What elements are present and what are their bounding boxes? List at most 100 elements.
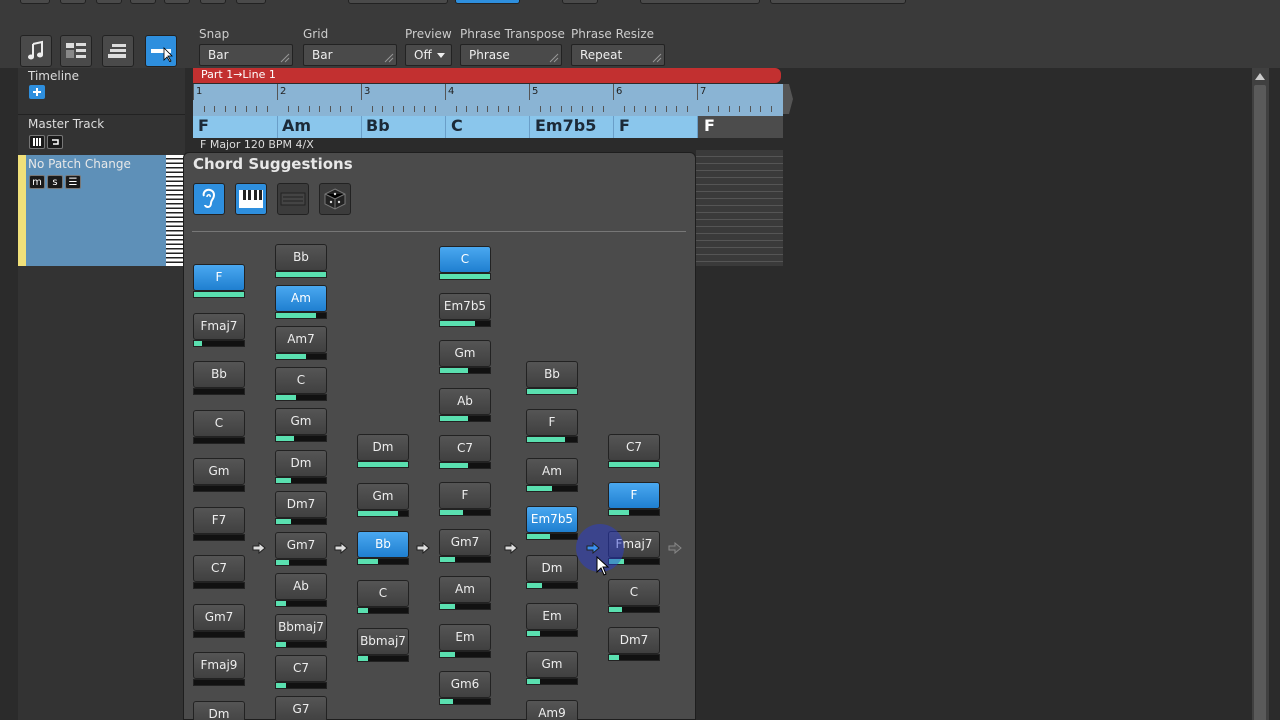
chord-suggestion-button[interactable]: C7 xyxy=(193,555,245,595)
chord-suggestion-button[interactable]: C7 xyxy=(439,435,491,475)
chord-suggestions-toggle-icon[interactable] xyxy=(145,35,177,67)
chord-suggestion-button[interactable]: Am9 xyxy=(526,700,578,720)
chord-suggestion-button[interactable]: G7 xyxy=(275,696,327,720)
chord-suggestion-button[interactable]: Ab xyxy=(439,388,491,428)
arrow-right-icon[interactable] xyxy=(252,541,266,555)
menu-icon[interactable]: ☰ xyxy=(65,175,81,189)
chord-suggestion-button[interactable]: Gm xyxy=(357,483,409,523)
chord-suggestion-button[interactable]: Gm7 xyxy=(275,532,327,572)
snap-dropdown[interactable]: Bar xyxy=(199,44,293,66)
chord-suggestion-button[interactable]: F xyxy=(526,409,578,449)
chord-suggestion-button[interactable]: C xyxy=(608,579,660,619)
top-button[interactable] xyxy=(562,0,598,4)
chord-suggestion-button[interactable]: Bb xyxy=(526,361,578,401)
top-button[interactable] xyxy=(130,0,156,4)
solo-button[interactable]: s xyxy=(47,175,63,189)
chord-suggestion-button[interactable]: Dm xyxy=(526,555,578,595)
chord-suggestion-button[interactable]: Fmaj7 xyxy=(193,313,245,353)
music-note-icon[interactable] xyxy=(20,35,52,67)
ear-icon[interactable] xyxy=(193,183,225,215)
top-button[interactable] xyxy=(640,0,760,4)
chord-suggestion-button[interactable]: Em xyxy=(439,624,491,664)
top-button[interactable] xyxy=(236,0,266,4)
chord-suggestion-button[interactable]: Dm xyxy=(193,701,245,720)
chord-label[interactable]: C xyxy=(451,116,463,135)
chord-suggestion-button[interactable]: Am xyxy=(439,576,491,616)
chord-suggestion-button[interactable]: F xyxy=(193,264,245,304)
chord-suggestion-button[interactable]: Ab xyxy=(275,573,327,613)
phrase-resize-dropdown[interactable]: Repeat xyxy=(571,44,665,66)
dice-icon[interactable] xyxy=(319,183,351,215)
chord-track[interactable]: F Am Bb C Em7b5 F xyxy=(193,116,783,138)
add-icon[interactable] xyxy=(29,85,45,99)
top-button[interactable] xyxy=(96,0,122,4)
loop-icon[interactable] xyxy=(47,135,63,149)
timeline-ruler[interactable]: 1 2 3 4 5 6 7 xyxy=(193,84,783,116)
chord-label[interactable]: Am xyxy=(282,116,311,135)
chord-suggestion-button[interactable]: Em7b5 xyxy=(526,506,578,546)
grid-dropdown[interactable]: Bar xyxy=(303,44,397,66)
chord-suggestion-button[interactable]: C xyxy=(193,410,245,450)
track-row[interactable] xyxy=(18,155,183,266)
top-button[interactable] xyxy=(455,0,520,4)
vertical-scrollbar[interactable] xyxy=(1252,68,1269,720)
top-button[interactable] xyxy=(770,0,906,4)
chord-suggestion-button[interactable]: Am7 xyxy=(275,326,327,366)
chord-suggestion-button[interactable]: Am xyxy=(275,285,327,325)
chord-suggestion-button[interactable]: Em7b5 xyxy=(439,293,491,333)
preview-dropdown[interactable]: Off xyxy=(405,44,452,66)
layers-icon[interactable] xyxy=(102,35,134,67)
top-button[interactable] xyxy=(348,0,448,4)
ruler-end-handle[interactable] xyxy=(783,84,793,114)
top-button[interactable] xyxy=(20,0,50,4)
chord-suggestion-button[interactable]: F xyxy=(608,482,660,522)
chord-suggestion-button[interactable]: Em xyxy=(526,603,578,643)
chord-suggestion-button[interactable]: Fmaj9 xyxy=(193,652,245,692)
chord-suggestion-button[interactable]: Gm xyxy=(439,340,491,380)
piano-icon[interactable] xyxy=(235,183,267,215)
chord-suggestion-button[interactable]: Dm xyxy=(275,450,327,490)
arrow-right-icon[interactable] xyxy=(416,541,430,555)
chord-label[interactable]: Bb xyxy=(366,116,390,135)
chord-suggestion-button[interactable]: Bb xyxy=(357,531,409,571)
chord-suggestion-button[interactable]: Am xyxy=(526,458,578,498)
chord-suggestion-button[interactable]: Bb xyxy=(193,361,245,401)
keyboard-icon[interactable] xyxy=(277,183,309,215)
arrow-right-icon[interactable] xyxy=(334,541,348,555)
top-button[interactable] xyxy=(60,0,86,4)
arrow-right-icon[interactable] xyxy=(504,541,518,555)
chord-suggestion-button[interactable]: Bbmaj7 xyxy=(357,628,409,668)
scroll-up-icon[interactable] xyxy=(1255,73,1265,80)
chord-suggestion-button[interactable]: Dm xyxy=(357,434,409,474)
chord-suggestion-button[interactable]: C xyxy=(357,580,409,620)
chord-suggestion-button[interactable]: C7 xyxy=(275,655,327,695)
chord-label[interactable]: F xyxy=(198,116,209,135)
chord-suggestion-button[interactable]: Gm xyxy=(526,651,578,691)
piano-icon[interactable] xyxy=(29,135,45,149)
chord-suggestion-button[interactable]: Dm7 xyxy=(608,627,660,667)
chord-suggestion-button[interactable]: Dm7 xyxy=(275,491,327,531)
chord-suggestion-button[interactable]: Gm6 xyxy=(439,671,491,711)
chord-suggestion-button[interactable]: Gm7 xyxy=(193,604,245,644)
chord-suggestion-button[interactable]: F xyxy=(439,482,491,522)
phrase-transpose-dropdown[interactable]: Phrase xyxy=(460,44,562,66)
chord-suggestion-button[interactable]: Gm xyxy=(193,458,245,498)
chord-label[interactable]: Em7b5 xyxy=(535,116,596,135)
top-button[interactable] xyxy=(200,0,226,4)
chord-suggestion-button[interactable]: Gm xyxy=(275,408,327,448)
chord-label[interactable]: F xyxy=(619,116,630,135)
chord-suggestion-button[interactable]: C xyxy=(275,367,327,407)
arrange-view-icon[interactable] xyxy=(60,35,92,67)
chord-suggestion-button[interactable]: Gm7 xyxy=(439,529,491,569)
chord-suggestion-button[interactable]: F7 xyxy=(193,507,245,547)
scroll-thumb[interactable] xyxy=(1254,85,1266,720)
top-button[interactable] xyxy=(164,0,190,4)
chord-suggestion-button[interactable]: C xyxy=(439,246,491,286)
part-bar[interactable]: Part 1→Line 1 xyxy=(193,68,781,83)
chord-suggestion-button[interactable]: Bbmaj7 xyxy=(275,614,327,654)
chord-suggestion-button[interactable]: Bb xyxy=(275,244,327,284)
arrow-right-icon[interactable] xyxy=(586,541,600,555)
arrow-right-icon[interactable] xyxy=(668,541,682,555)
mute-button[interactable]: m xyxy=(29,175,45,189)
chord-suggestion-button[interactable]: C7 xyxy=(608,434,660,474)
